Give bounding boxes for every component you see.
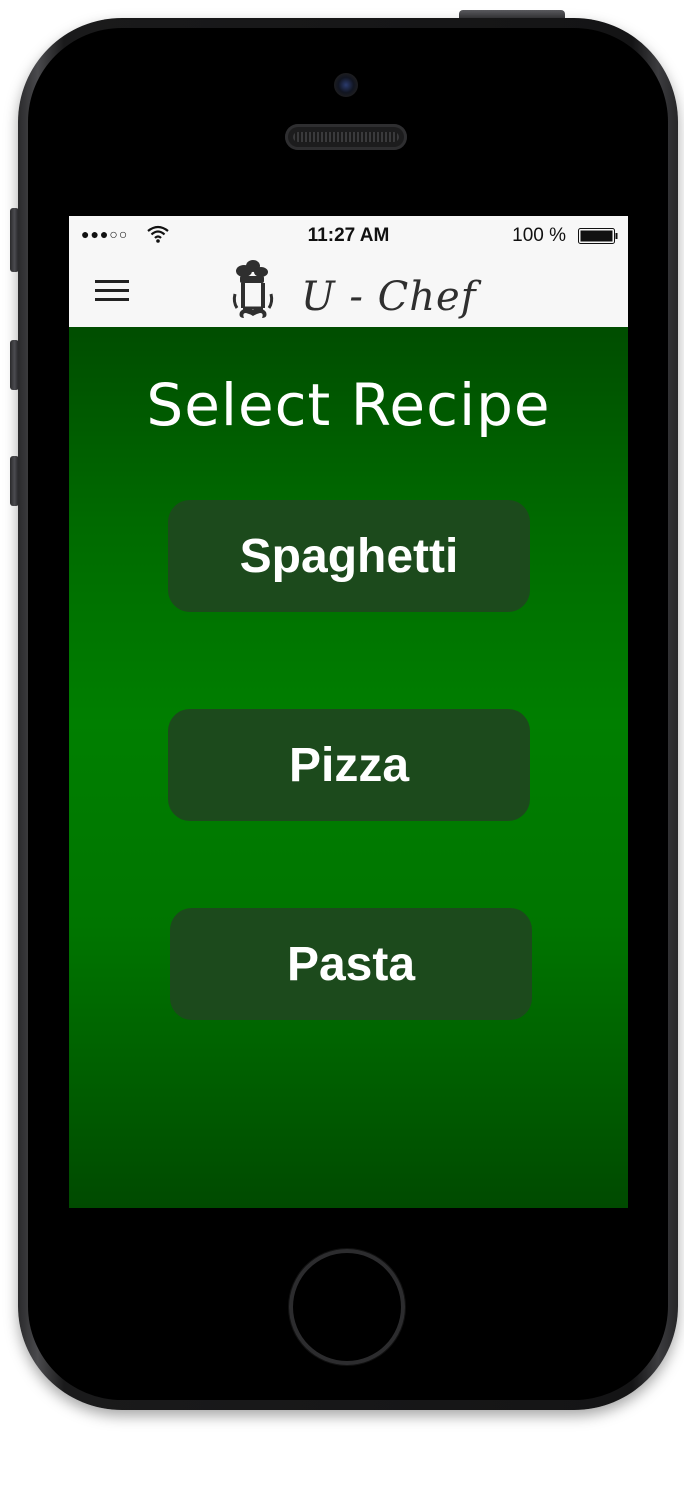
recipe-button-pizza[interactable]: Pizza bbox=[168, 709, 530, 821]
battery-icon bbox=[578, 228, 618, 244]
recipe-button-spaghetti[interactable]: Spaghetti bbox=[168, 500, 530, 612]
app-header: U - Chef bbox=[69, 256, 628, 327]
recipe-selection-panel: Select Recipe Spaghetti Pizza Pasta bbox=[69, 327, 628, 1208]
app-logo-text: U - Chef bbox=[301, 274, 477, 320]
battery-percentage: 100 % bbox=[512, 225, 566, 246]
hamburger-menu-icon[interactable] bbox=[93, 276, 133, 306]
app-logo: U - Chef bbox=[231, 256, 481, 327]
status-bar: ●●●○○ 11:27 AM 100 % bbox=[69, 216, 628, 256]
speaker-grille bbox=[285, 124, 407, 150]
device-mockup: ●●●○○ 11:27 AM 100 % U - Chef Select Rec… bbox=[0, 0, 684, 1498]
camera-icon bbox=[334, 73, 358, 97]
page-title: Select Recipe bbox=[146, 371, 551, 439]
app-screen: ●●●○○ 11:27 AM 100 % U - Chef Select Rec… bbox=[69, 216, 628, 1208]
recipe-button-pasta[interactable]: Pasta bbox=[170, 908, 532, 1020]
chef-hat-mustache-icon bbox=[232, 260, 274, 318]
home-button[interactable] bbox=[289, 1249, 405, 1365]
